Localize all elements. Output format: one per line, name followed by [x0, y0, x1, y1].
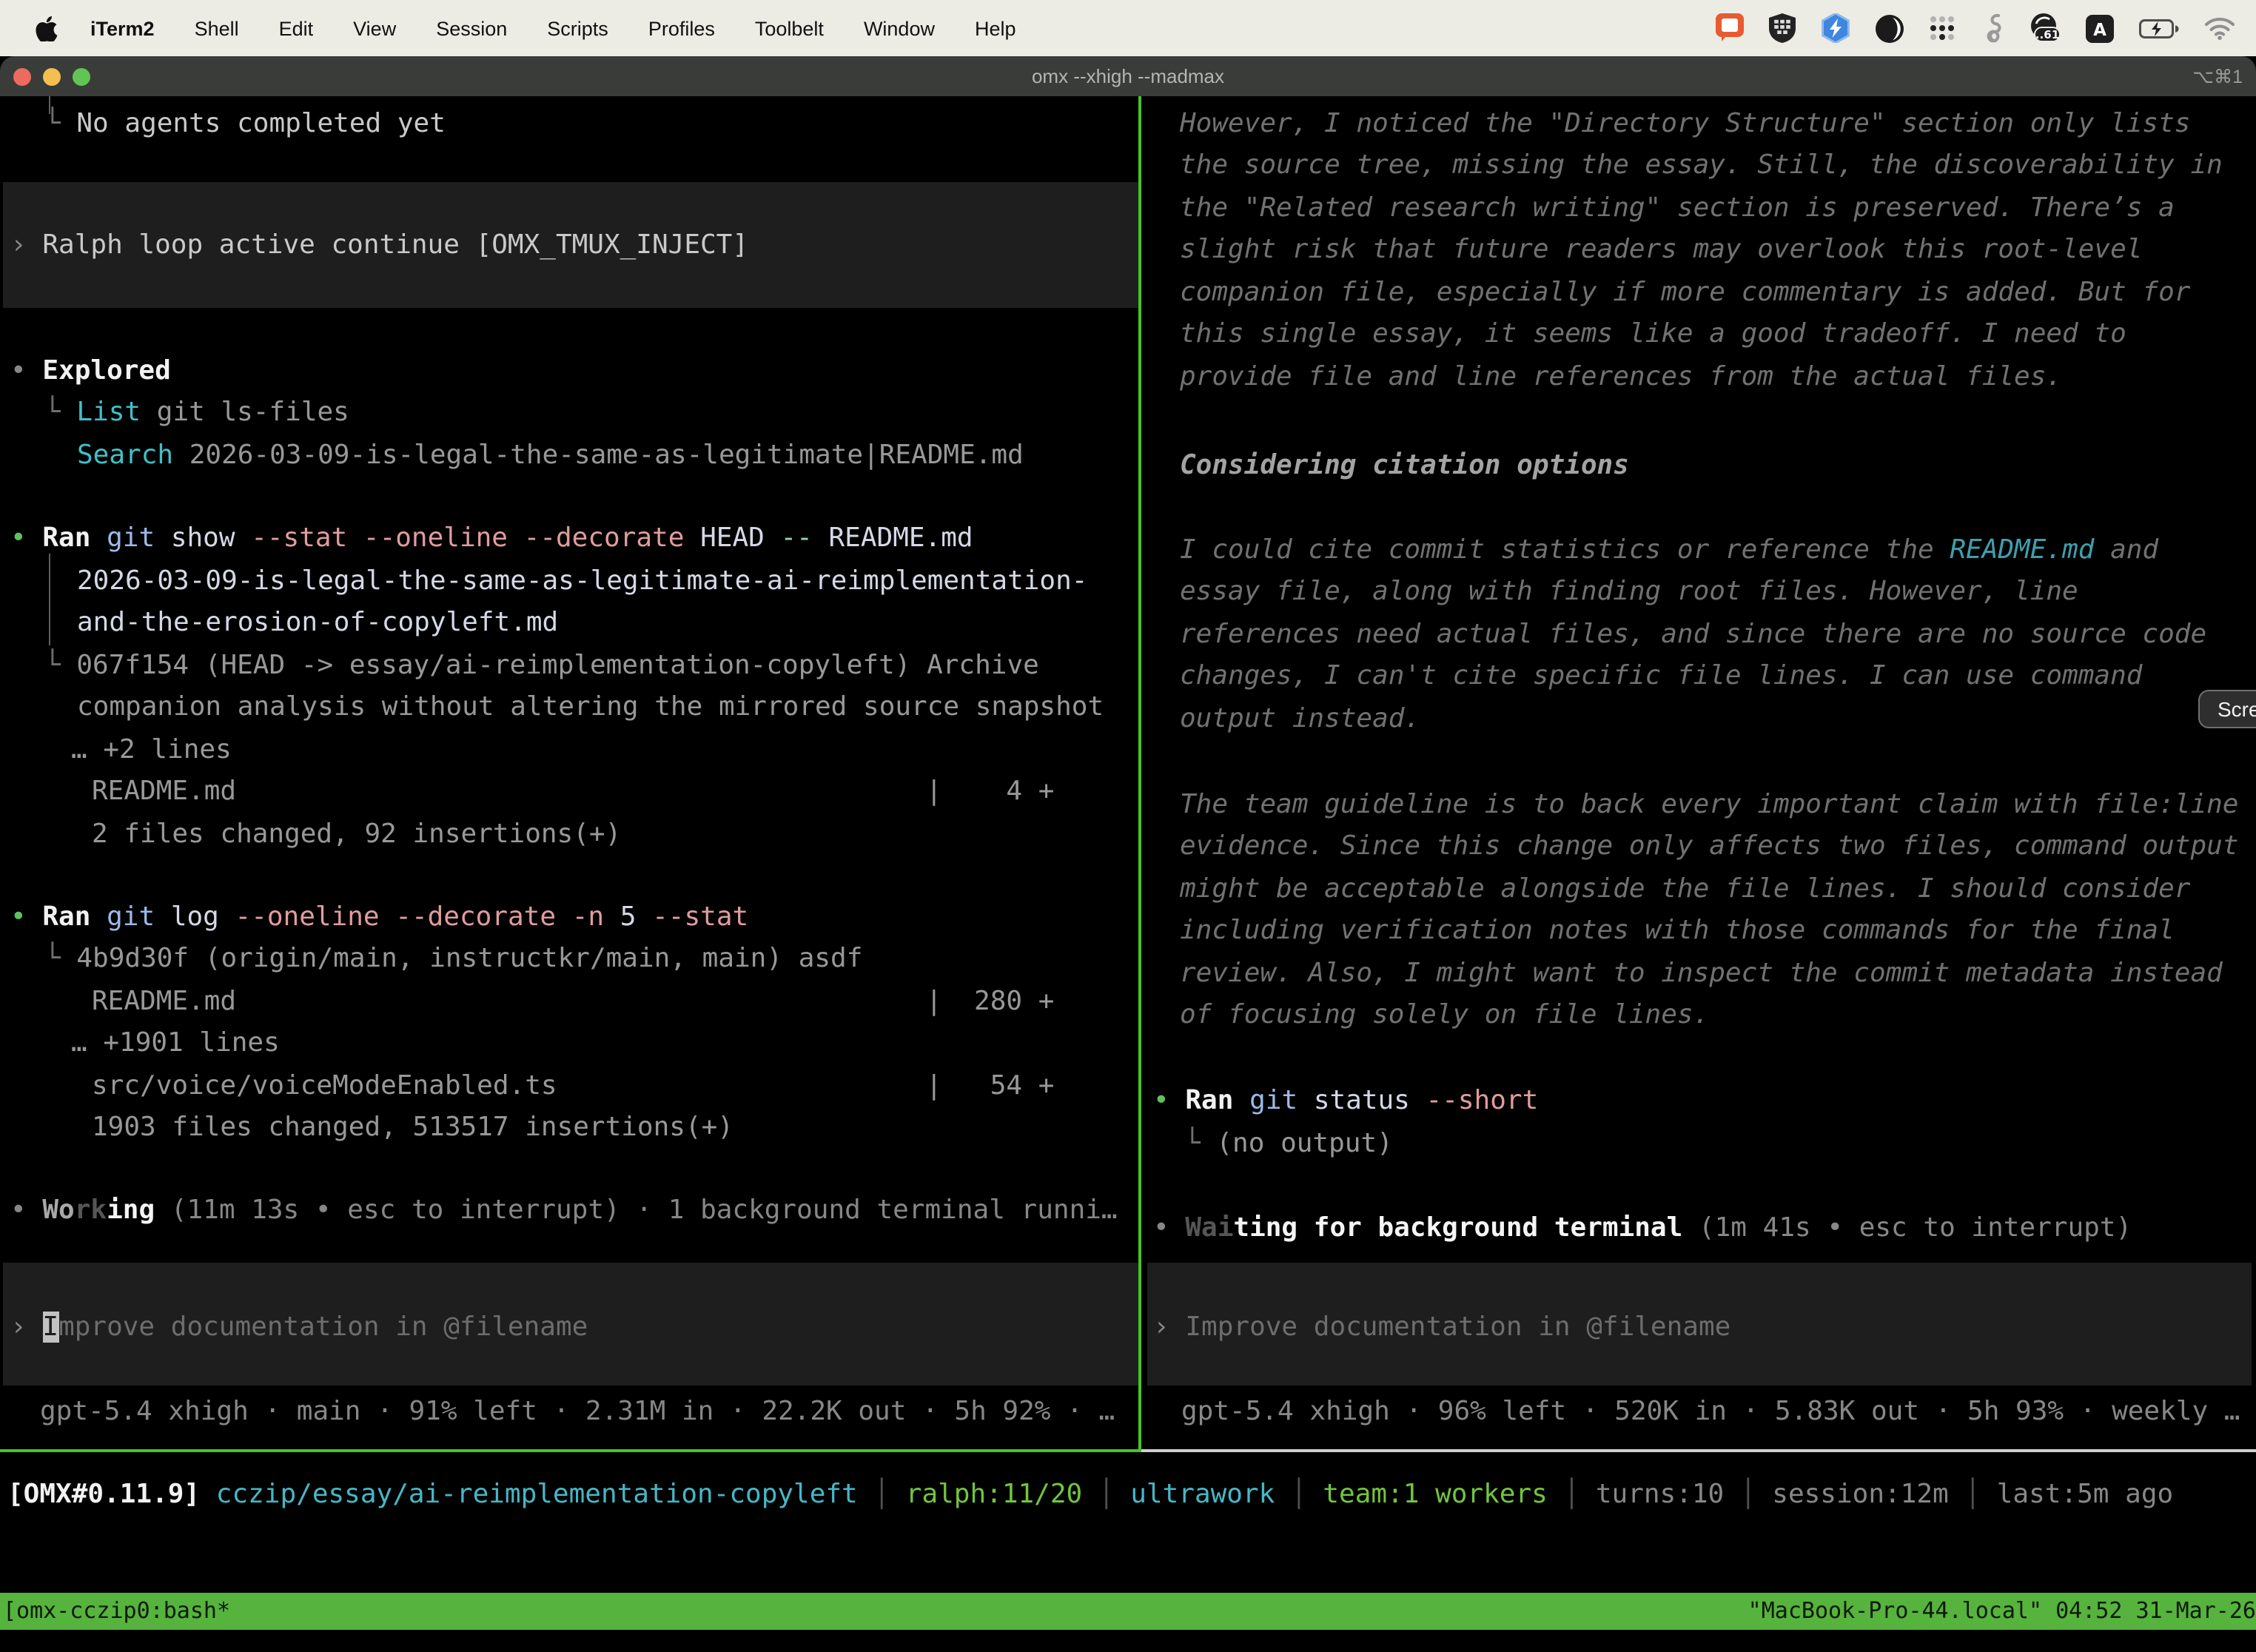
screen: iTerm2ShellEditViewSessionScriptsProfile…	[0, 0, 2256, 1652]
terminal-line: [OMX#0.11.9] cczip/essay/ai-reimplementa…	[7, 1474, 2173, 1516]
omx-status-row: [OMX#0.11.9] cczip/essay/ai-reimplementa…	[0, 0, 2256, 1652]
screen-tooltip: Scre	[2198, 690, 2256, 728]
tmux-status-bar: [omx-cczip0:bash* "MacBook-Pro-44.local"…	[0, 1593, 2256, 1630]
tmux-host-clock: "MacBook-Pro-44.local" 04:52 31-Mar-26	[1748, 1593, 2256, 1630]
tmux-session-label: [omx-cczip0:bash*	[3, 1593, 230, 1630]
